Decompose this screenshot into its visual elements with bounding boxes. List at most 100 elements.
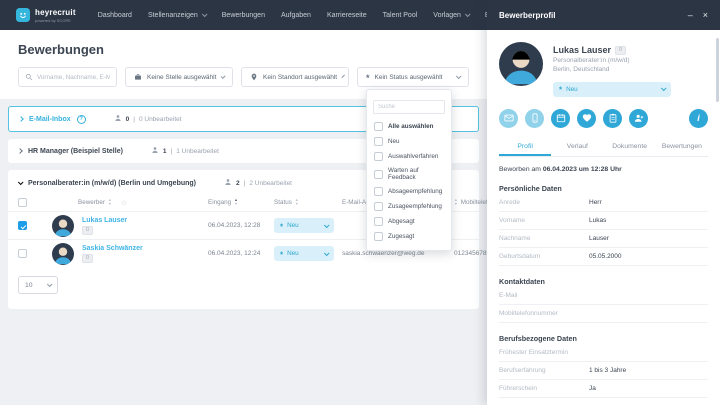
checkbox[interactable] xyxy=(374,232,383,241)
nav-item-label: Dashboard xyxy=(97,11,132,19)
row-checkbox[interactable] xyxy=(18,221,27,230)
tab-verlauf[interactable]: Verlauf xyxy=(551,138,603,156)
status-option-zugesagt[interactable]: Zugesagt xyxy=(373,229,445,244)
chevron-right-icon xyxy=(17,148,23,154)
nav-item-stellenanzeigen[interactable]: Stellenanzeigen xyxy=(148,11,208,19)
app-logo[interactable]: heyrecruit powered by SCOPE xyxy=(16,8,76,23)
tab-dokumente[interactable]: Dokumente xyxy=(604,138,656,156)
sort-icon[interactable]: ▲▼ xyxy=(108,198,112,205)
status-option-abgesagt[interactable]: Abgesagt xyxy=(373,214,445,229)
search-input[interactable] xyxy=(37,73,110,81)
applicant-name-col: Saskia Schwänzer 0 xyxy=(82,245,143,263)
minimize-icon[interactable]: – xyxy=(688,10,693,20)
evaluation-notes-button[interactable] xyxy=(603,108,622,128)
add-to-favorites-button[interactable] xyxy=(577,108,596,128)
status-label: Neu xyxy=(566,85,578,93)
status-filter-menu: Alle auswählen Neu Auswahlverfahren Warten … xyxy=(366,89,452,251)
chevron-down-icon xyxy=(201,11,208,18)
field-value: 05.05.2000 xyxy=(589,252,622,260)
filter-status-select[interactable]: * Kein Status ausgewählt xyxy=(357,67,469,87)
nav-menu: Dashboard Stellenanzeigen Bewerbungen Aufga… xyxy=(98,11,537,19)
checkbox[interactable] xyxy=(374,217,383,226)
email-cell: saskia.schwaenzer@weg.de xyxy=(342,250,425,257)
panel-header: Bewerberprofil – × xyxy=(487,0,720,30)
info-button[interactable]: i xyxy=(689,108,708,128)
filter-stelle-select[interactable]: Keine Stelle ausgewählt xyxy=(125,67,233,87)
field-value: 1 bis 3 Jahre xyxy=(589,366,627,374)
logo-icon xyxy=(16,8,30,22)
status-pill[interactable]: * Neu xyxy=(274,246,334,261)
checkbox[interactable] xyxy=(374,122,383,131)
group-unread-label: 0 Unbearbeitet xyxy=(138,115,182,123)
section-title-berufsbezogene-daten: Berufsbezogene Daten xyxy=(499,333,577,343)
status-option-warten-auf-feedback[interactable]: Warten auf Feedback xyxy=(373,164,445,184)
field-label: Geburtsdatum xyxy=(499,252,541,260)
page-size-select[interactable]: 10 xyxy=(18,276,58,294)
close-icon[interactable]: × xyxy=(703,10,708,20)
assign-user-button[interactable] xyxy=(629,108,648,128)
profile-field-nachname: Nachname Lauser xyxy=(499,230,708,248)
profile-field-f-hrerschein: Führerschein Ja xyxy=(499,380,708,398)
checkbox[interactable] xyxy=(374,187,383,196)
nav-item-dashboard[interactable]: Dashboard xyxy=(98,12,132,19)
applied-label: Beworben am xyxy=(499,165,541,173)
status-option-neu[interactable]: Neu xyxy=(373,134,445,149)
field-label: E-Mail xyxy=(499,291,518,299)
status-menu-search-input[interactable] xyxy=(373,100,445,114)
status-pill[interactable]: * Neu xyxy=(553,81,671,97)
nav-item-karriereseite[interactable]: Karriereseite xyxy=(327,12,367,19)
applicant-name-col: Lukas Lauser 0 xyxy=(82,217,127,235)
checkbox[interactable] xyxy=(374,152,383,161)
filter-standort-select[interactable]: Kein Standort ausgewählt xyxy=(241,67,349,87)
panel-title: Bewerberprofil xyxy=(499,10,556,20)
call-phone-button[interactable] xyxy=(525,108,544,128)
chevron-down-icon xyxy=(455,73,462,80)
chevron-down-icon xyxy=(221,73,226,79)
favorite-star-icon[interactable]: ☆ xyxy=(121,199,127,207)
panel-scrollbar[interactable] xyxy=(716,38,719,102)
field-value: Lukas xyxy=(589,216,607,224)
sort-icon[interactable]: ▲▼ xyxy=(295,198,299,205)
status-option-alle-ausw-hlen[interactable]: Alle auswählen xyxy=(373,119,445,134)
row-checkbox[interactable] xyxy=(18,249,27,258)
help-icon[interactable]: ? xyxy=(76,114,86,124)
field-value: Lauser xyxy=(589,234,609,242)
nav-item-label: Aufgaben xyxy=(280,11,311,19)
checkbox[interactable] xyxy=(374,202,383,211)
tab-bewertungen[interactable]: Bewertungen xyxy=(656,138,708,156)
applicant-cell: Saskia Schwänzer 0 xyxy=(52,242,208,265)
sort-icon[interactable]: ▲▼ xyxy=(454,198,458,205)
profile-field-berufserfahrung: Berufserfahrung 1 bis 3 Jahre xyxy=(499,362,708,380)
brand-subtitle: powered by SCOPE xyxy=(35,17,71,23)
checkbox[interactable] xyxy=(374,137,383,146)
nav-item-bewerbungen[interactable]: Bewerbungen xyxy=(222,12,265,19)
status-option-auswahlverfahren[interactable]: Auswahlverfahren xyxy=(373,149,445,164)
chevron-down-icon xyxy=(660,85,667,92)
status-option-absageempfehlung[interactable]: Absageempfehlung xyxy=(373,184,445,199)
applicant-position: Personalberater:in (m/w/d) xyxy=(553,57,630,64)
status-label: Neu xyxy=(287,222,299,229)
nav-item-talent-pool[interactable]: Talent Pool xyxy=(383,12,418,19)
tab-profil[interactable]: Profil xyxy=(499,138,552,156)
status-option-label: Zugesagt xyxy=(388,233,415,240)
page-size-value: 10 xyxy=(25,281,33,289)
checkbox[interactable] xyxy=(374,169,383,179)
select-all-checkbox[interactable] xyxy=(18,198,27,207)
applied-date-line: Beworben am 06.04.2023 um 12:28 Uhr xyxy=(499,166,708,173)
applicant-name-link[interactable]: Lukas Lauser xyxy=(82,217,127,224)
nav-item-aufgaben[interactable]: Aufgaben xyxy=(281,12,311,19)
status-option-zusageempfehlung[interactable]: Zusageempfehlung xyxy=(373,199,445,214)
send-email-button[interactable] xyxy=(499,108,518,128)
sort-icon-active[interactable]: ▲ ▼ xyxy=(234,198,238,205)
col-label: Bewerber xyxy=(78,199,105,206)
field-value: Herr xyxy=(589,198,602,206)
schedule-appointment-button[interactable] xyxy=(551,108,570,128)
group-count: 1 | 1 Unbearbeitet xyxy=(151,146,219,156)
nav-item-vorlagen[interactable]: Vorlagen xyxy=(433,11,471,19)
applicant-name-link[interactable]: Saskia Schwänzer xyxy=(82,245,143,252)
group-unread-label: 2 Unbearbeitet xyxy=(249,179,292,187)
heyrecruit-app: heyrecruit powered by SCOPE Dashboard Ste… xyxy=(0,0,720,405)
status-pill[interactable]: * Neu xyxy=(274,218,334,233)
applications-page: Bewerbungen Keine Stelle ausgewählt Kein … xyxy=(0,30,487,405)
mail-icon xyxy=(503,113,514,123)
